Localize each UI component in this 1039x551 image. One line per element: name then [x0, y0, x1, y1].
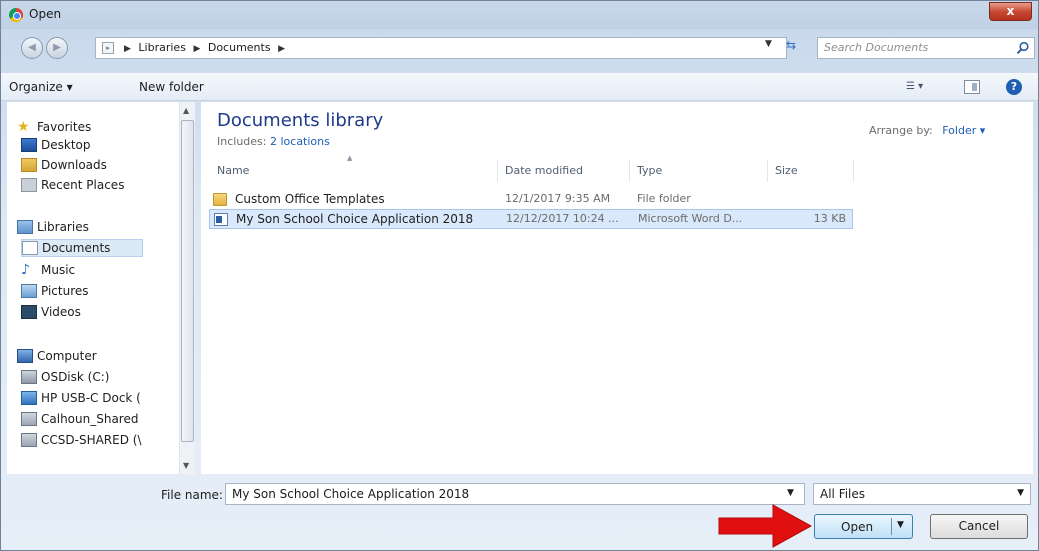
library-includes: Includes: 2 locations — [217, 135, 330, 148]
open-dialog: Open x ◀ ▶ ▸ ▶ Libraries ▶ Documents ▶ ▼… — [0, 0, 1039, 551]
videos-icon — [21, 305, 37, 319]
sidebar-item-documents[interactable]: Documents — [21, 239, 143, 257]
breadcrumb: ▶ Libraries ▶ Documents ▶ — [124, 41, 285, 54]
music-icon: ♪ — [21, 262, 30, 278]
scroll-up-icon[interactable]: ▲ — [183, 106, 189, 115]
sidebar-item-downloads[interactable]: Downloads — [21, 156, 107, 174]
column-header-name[interactable]: Name — [217, 164, 249, 177]
recent-places-icon — [21, 178, 37, 192]
breadcrumb-documents[interactable]: Documents — [208, 41, 271, 54]
new-folder-button[interactable]: New folder — [139, 80, 204, 94]
scrollbar-thumb[interactable] — [181, 120, 194, 442]
chrome-icon — [9, 8, 23, 22]
file-date: 12/1/2017 9:35 AM — [505, 192, 611, 205]
sidebar-item-hp-usbc-dock[interactable]: HP USB-C Dock ( — [21, 389, 141, 407]
sidebar-item-calhoun-shared[interactable]: Calhoun_Shared — [21, 410, 138, 428]
locations-link[interactable]: 2 locations — [270, 135, 330, 148]
refresh-icon[interactable]: ⇆ — [780, 38, 802, 58]
navigation-pane: ★ Favorites Desktop Downloads Recent Pla… — [7, 102, 195, 474]
cancel-button[interactable]: Cancel — [930, 514, 1028, 539]
title-bar[interactable]: Open x — [1, 1, 1038, 29]
star-icon: ★ — [17, 119, 30, 135]
sidebar-item-ccsd-shared[interactable]: CCSD-SHARED (\ — [21, 431, 142, 449]
sidebar-header-favorites[interactable]: ★ Favorites — [17, 118, 91, 136]
column-divider[interactable] — [629, 160, 630, 182]
file-name-dropdown-icon[interactable]: ▼ — [787, 488, 794, 498]
arrange-by: Arrange by: Folder ▾ — [869, 124, 986, 137]
sort-ascending-icon: ▲ — [347, 154, 353, 162]
open-options-dropdown-icon[interactable]: ▼ — [897, 520, 904, 530]
desktop-icon — [21, 138, 37, 152]
network-drive-icon — [21, 412, 37, 426]
column-header-date-modified[interactable]: Date modified — [505, 164, 583, 177]
file-type-select[interactable]: All Files ▼ — [813, 483, 1031, 505]
help-icon[interactable]: ? — [1006, 79, 1022, 95]
address-dropdown-icon[interactable]: ▼ — [765, 39, 772, 49]
file-name-input[interactable]: My Son School Choice Application 2018 — [225, 483, 805, 505]
command-bar: Organize ▾ New folder ☰ ▾ ? — [1, 73, 1038, 101]
libraries-icon — [17, 220, 33, 234]
back-button[interactable]: ◀ — [21, 37, 43, 59]
file-name: Custom Office Templates — [235, 192, 385, 206]
search-placeholder: Search Documents — [824, 41, 929, 54]
file-name: My Son School Choice Application 2018 — [236, 212, 474, 226]
file-date: 12/12/2017 10:24 ... — [506, 212, 619, 225]
folder-icon — [213, 193, 227, 206]
usb-drive-icon — [21, 391, 37, 405]
folder-icon: ▸ — [102, 42, 114, 54]
network-drive-icon — [21, 433, 37, 447]
preview-pane-icon[interactable] — [964, 80, 980, 94]
column-header-size[interactable]: Size — [775, 164, 798, 177]
arrange-by-dropdown[interactable]: Folder ▾ — [942, 124, 985, 137]
red-arrow-annotation — [718, 504, 813, 548]
file-type: Microsoft Word D... — [638, 212, 743, 225]
column-divider[interactable] — [767, 160, 768, 182]
organize-button[interactable]: Organize ▾ — [9, 80, 73, 94]
file-name-label: File name: — [161, 488, 223, 502]
sidebar-item-music[interactable]: ♪ Music — [21, 261, 75, 279]
file-row[interactable]: Custom Office Templates 12/1/2017 9:35 A… — [209, 190, 853, 210]
breadcrumb-libraries[interactable]: Libraries — [138, 41, 186, 54]
file-type: File folder — [637, 192, 691, 205]
library-title: Documents library — [217, 110, 384, 131]
drive-icon — [21, 370, 37, 384]
file-list-pane: Documents library Includes: 2 locations … — [201, 102, 1033, 474]
computer-icon — [17, 349, 33, 363]
navigation-scrollbar[interactable]: ▲ ▼ — [179, 102, 195, 474]
sidebar-header-libraries[interactable]: Libraries — [17, 218, 89, 236]
file-row-selected[interactable]: My Son School Choice Application 2018 12… — [209, 209, 853, 229]
search-input[interactable]: Search Documents — [817, 37, 1035, 59]
close-button[interactable]: x — [989, 2, 1032, 21]
file-type-value: All Files — [820, 487, 866, 501]
sidebar-item-videos[interactable]: Videos — [21, 303, 81, 321]
column-divider[interactable] — [853, 160, 854, 182]
column-header-type[interactable]: Type — [637, 164, 662, 177]
forward-button[interactable]: ▶ — [46, 37, 68, 59]
sidebar-item-desktop[interactable]: Desktop — [21, 136, 91, 154]
documents-icon — [22, 241, 38, 255]
pictures-icon — [21, 284, 37, 298]
column-divider[interactable] — [497, 160, 498, 182]
sidebar-item-osdisk[interactable]: OSDisk (C:) — [21, 368, 109, 386]
scroll-down-icon[interactable]: ▼ — [183, 461, 189, 470]
sidebar-item-recent-places[interactable]: Recent Places — [21, 176, 124, 194]
address-bar[interactable]: ▸ ▶ Libraries ▶ Documents ▶ — [95, 37, 787, 59]
file-size: 13 KB — [813, 212, 846, 225]
open-button[interactable]: Open ▼ — [814, 514, 913, 539]
sidebar-header-computer[interactable]: Computer — [17, 347, 97, 365]
navigation-row: ◀ ▶ ▸ ▶ Libraries ▶ Documents ▶ ▼ ⇆ Sear… — [1, 29, 1038, 63]
chevron-down-icon: ▼ — [1017, 488, 1024, 498]
split-divider — [891, 518, 892, 535]
window-title: Open — [29, 7, 62, 21]
downloads-icon — [21, 158, 37, 172]
word-doc-icon — [214, 213, 228, 226]
sidebar-item-pictures[interactable]: Pictures — [21, 282, 89, 300]
change-view-icon[interactable]: ☰ ▾ — [906, 81, 934, 95]
search-icon[interactable] — [1016, 41, 1030, 55]
